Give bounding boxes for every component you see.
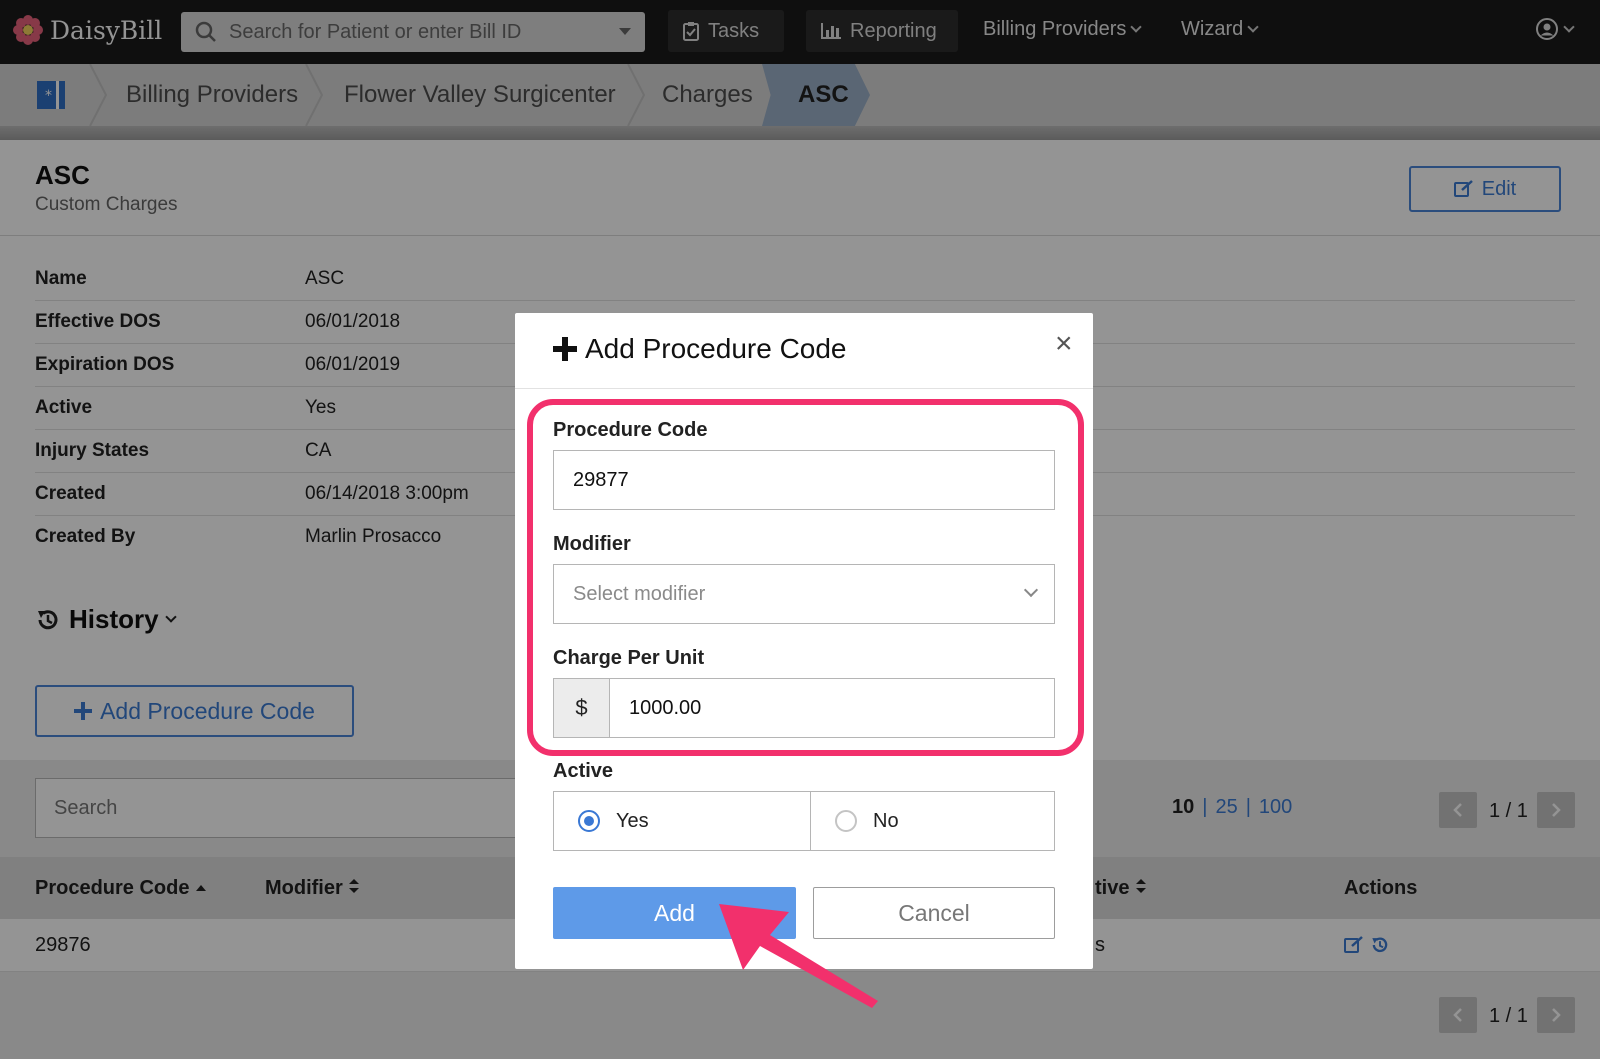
radio-selected-icon bbox=[578, 810, 600, 832]
active-yes-label: Yes bbox=[616, 809, 649, 832]
radio-unselected-icon bbox=[835, 810, 857, 832]
active-label: Active bbox=[553, 760, 614, 782]
plus-icon bbox=[553, 337, 577, 361]
modal-title-text: Add Procedure Code bbox=[585, 333, 847, 364]
modal-header: Add Procedure Code × bbox=[515, 313, 1093, 389]
active-no-option[interactable]: No bbox=[810, 791, 1055, 851]
annotation-highlight bbox=[527, 399, 1084, 756]
add-button[interactable]: Add bbox=[553, 887, 796, 939]
active-no-label: No bbox=[873, 809, 899, 832]
cancel-button[interactable]: Cancel bbox=[813, 887, 1055, 939]
close-icon[interactable]: × bbox=[1055, 327, 1073, 361]
active-yes-option[interactable]: Yes bbox=[553, 791, 811, 851]
modal-title: Add Procedure Code bbox=[553, 333, 847, 365]
